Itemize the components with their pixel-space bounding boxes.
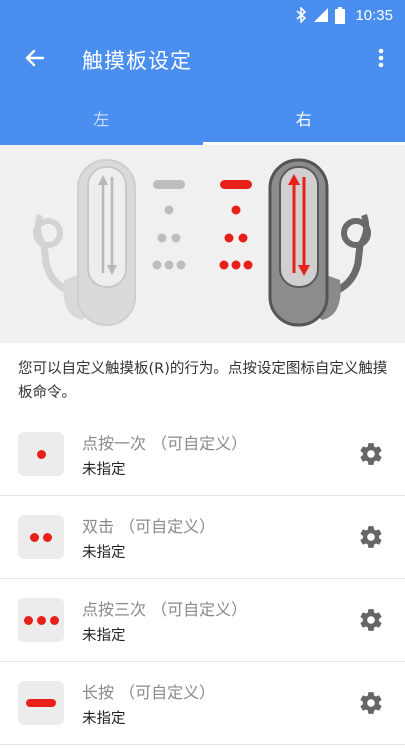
status-bar: 10:35 (0, 0, 405, 30)
list-item-subtitle: 未指定 (82, 545, 126, 561)
triple-dot-icon (18, 598, 64, 642)
page-title: 触摸板设定 (82, 49, 192, 73)
list-item-subtitle: 未指定 (82, 628, 126, 644)
list-item-subtitle: 未指定 (82, 462, 126, 478)
gear-icon[interactable] (357, 523, 385, 551)
right-earbud-image (268, 158, 371, 327)
list-item-title: 点按三次 （可自定义） (82, 600, 248, 619)
list-item-title: 点按一次 （可自定义） (82, 434, 248, 453)
gear-icon[interactable] (357, 440, 385, 468)
right-gesture-legend (219, 180, 253, 270)
touchpad-illustration (0, 145, 405, 343)
back-button[interactable] (12, 38, 56, 82)
list-item-double-tap[interactable]: 双击 （可自定义） 未指定 (0, 496, 405, 579)
double-dot-icon (18, 515, 64, 559)
app-bar: 触摸板设定 (0, 30, 405, 90)
command-list: 点按一次 （可自定义） 未指定 双击 （可自定义） 未指定 点按三次 （可自定义… (0, 413, 405, 745)
description-text: 您可以自定义触摸板(R)的行为。点按设定图标自定义触摸板命令。 (18, 361, 388, 401)
status-time: 10:35 (355, 6, 393, 24)
list-item-subtitle: 未指定 (82, 711, 126, 727)
arrow-back-icon (24, 49, 45, 71)
long-press-bar-icon (18, 681, 64, 725)
battery-icon (335, 6, 346, 24)
more-vert-icon (378, 48, 384, 72)
signal-icon (313, 7, 329, 23)
single-dot-icon (18, 432, 64, 476)
left-earbud-image (33, 159, 136, 326)
tab-bar: 左 右 (0, 90, 405, 145)
gear-icon[interactable] (357, 606, 385, 634)
bluetooth-icon (296, 7, 307, 23)
list-item-long-press[interactable]: 长按 （可自定义） 未指定 (0, 662, 405, 745)
tab-right[interactable]: 右 (202, 90, 405, 145)
list-item-triple-tap[interactable]: 点按三次 （可自定义） 未指定 (0, 579, 405, 662)
list-item-title: 双击 （可自定义） (82, 517, 216, 536)
left-gesture-legend (152, 180, 186, 270)
list-item-title: 长按 （可自定义） (82, 683, 216, 702)
more-options-button[interactable] (363, 38, 399, 82)
status-icons: 10:35 (296, 6, 393, 24)
gear-icon[interactable] (357, 689, 385, 717)
tab-left[interactable]: 左 (0, 90, 203, 145)
list-item-single-tap[interactable]: 点按一次 （可自定义） 未指定 (0, 413, 405, 496)
